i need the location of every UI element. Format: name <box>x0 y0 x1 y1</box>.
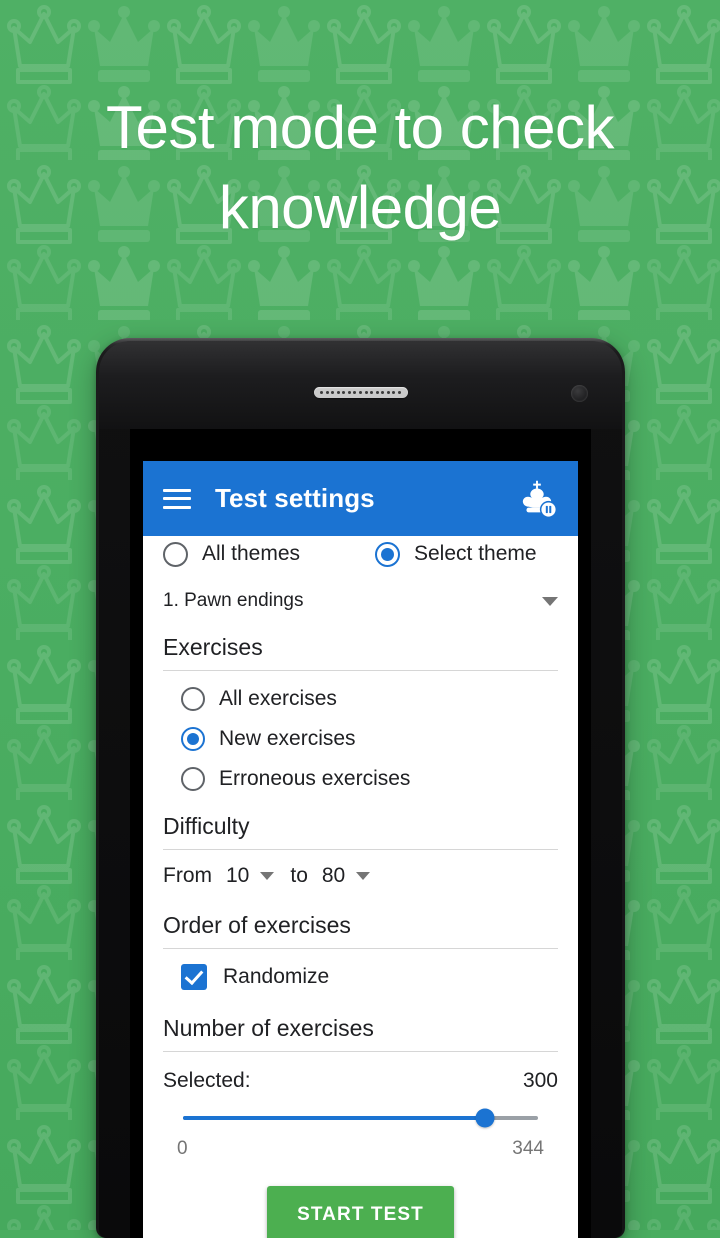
promo-headline: Test mode to check knowledge <box>106 94 614 241</box>
radio-erroneous-exercises-indicator <box>181 767 205 791</box>
checkmark-icon <box>181 964 207 990</box>
section-header-order: Order of exercises <box>163 902 558 949</box>
difficulty-range-row: From 10 to 80 <box>163 850 558 902</box>
radio-select-theme[interactable]: Select theme <box>375 541 537 567</box>
selected-count-value: 300 <box>522 1069 558 1092</box>
chevron-down-icon <box>542 596 558 606</box>
radio-erroneous-exercises-label: Erroneous exercises <box>219 767 411 790</box>
hamburger-menu-icon[interactable] <box>161 486 193 512</box>
chess-king-pause-logo-icon[interactable] <box>514 476 560 522</box>
radio-all-exercises-label: All exercises <box>219 687 337 710</box>
chevron-down-icon[interactable] <box>260 872 275 880</box>
radio-new-exercises-indicator <box>181 727 205 751</box>
radio-all-themes-label: All themes <box>202 542 301 565</box>
radio-erroneous-exercises[interactable]: Erroneous exercises <box>163 759 558 799</box>
difficulty-from-value[interactable]: 10 <box>226 864 249 888</box>
section-header-number: Number of exercises <box>163 1005 558 1052</box>
phone-body: Test settings All themes Select theme 1.… <box>99 341 622 1238</box>
chevron-down-icon[interactable] <box>356 872 371 880</box>
slider-track[interactable] <box>183 1108 538 1128</box>
phone-screen: Test settings All themes Select theme 1.… <box>130 429 591 1238</box>
slider-max-label: 344 <box>512 1138 544 1159</box>
slider-fill <box>183 1116 485 1120</box>
checkbox-randomize-label: Randomize <box>223 965 330 988</box>
front-camera-lens-icon <box>571 385 588 402</box>
radio-all-themes[interactable]: All themes <box>163 541 375 567</box>
exercises-radio-group: All exercises New exercises Erroneous ex… <box>163 671 558 803</box>
difficulty-from-label: From <box>163 864 212 887</box>
app-bar: Test settings <box>143 461 578 536</box>
speaker-grille-icon <box>313 387 408 398</box>
radio-new-exercises[interactable]: New exercises <box>163 719 558 759</box>
difficulty-to-value[interactable]: 80 <box>322 864 345 888</box>
slider-thumb[interactable] <box>475 1108 495 1128</box>
radio-all-themes-indicator <box>163 541 188 567</box>
phone-top-bezel <box>99 341 622 429</box>
theme-mode-radio-group: All themes Select theme <box>163 536 558 578</box>
theme-dropdown-value: 1. Pawn endings <box>163 590 304 611</box>
exercise-count-slider[interactable] <box>163 1104 558 1132</box>
selected-count-row: Selected: 300 <box>163 1052 558 1104</box>
radio-select-theme-indicator <box>375 541 400 567</box>
slider-range-labels: 0 344 <box>163 1132 558 1160</box>
slider-min-label: 0 <box>177 1138 188 1159</box>
difficulty-to-label: to <box>290 864 308 887</box>
radio-new-exercises-label: New exercises <box>219 727 356 750</box>
selected-count-label: Selected: <box>163 1069 251 1092</box>
phone-mockup: Test settings All themes Select theme 1.… <box>96 338 625 1238</box>
settings-scroll-content[interactable]: All themes Select theme 1. Pawn endings <box>143 536 578 1238</box>
checkbox-randomize[interactable]: Randomize <box>163 949 558 1005</box>
start-test-button-container: START TEST <box>163 1160 558 1238</box>
radio-all-exercises-indicator <box>181 687 205 711</box>
theme-dropdown[interactable]: 1. Pawn endings <box>163 578 558 624</box>
start-test-button[interactable]: START TEST <box>267 1186 454 1238</box>
radio-all-exercises[interactable]: All exercises <box>163 679 558 719</box>
radio-select-theme-label: Select theme <box>414 542 537 565</box>
section-header-difficulty: Difficulty <box>163 803 558 850</box>
page-title: Test settings <box>215 483 375 513</box>
section-header-exercises: Exercises <box>163 624 558 671</box>
test-settings-app: Test settings All themes Select theme 1.… <box>143 461 578 1238</box>
